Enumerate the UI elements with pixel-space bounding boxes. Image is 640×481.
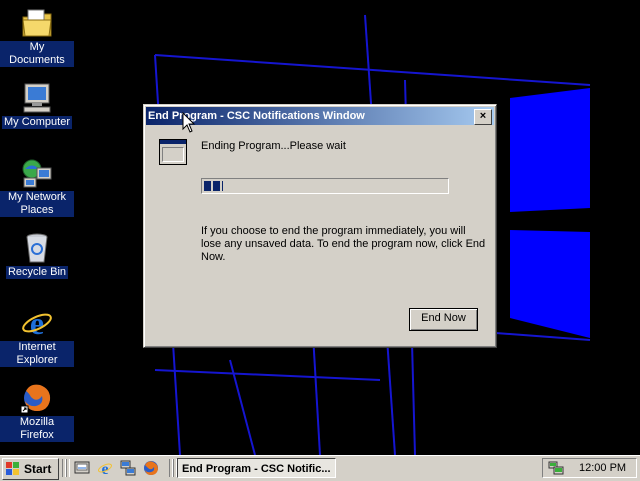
dialog-titlebar[interactable]: End Program - CSC Notifications Window × xyxy=(146,107,494,125)
system-tray: 12:00 PM xyxy=(542,458,637,478)
taskbar-separator xyxy=(66,459,70,477)
end-now-button[interactable]: End Now xyxy=(409,308,478,331)
desktop-icon-my-network-places[interactable]: My Network Places xyxy=(0,152,74,217)
program-window-icon xyxy=(159,139,187,165)
taskbar: Start e End Program - CSC Notific... 12:… xyxy=(0,455,640,481)
desktop-icon-internet-explorer[interactable]: e Internet Explorer xyxy=(0,302,74,367)
status-text: Ending Program...Please wait xyxy=(201,140,346,152)
firefox-icon xyxy=(20,384,51,414)
desktop-icon-recycle-bin[interactable]: Recycle Bin xyxy=(0,227,74,279)
desktop-icon-label: My Computer xyxy=(1,116,73,129)
progress-bar xyxy=(201,178,449,194)
windows-flag-icon xyxy=(6,462,19,475)
show-desktop-icon[interactable] xyxy=(74,460,90,476)
internet-explorer-icon[interactable]: e xyxy=(97,460,113,476)
desktop-icon-label: Recycle Bin xyxy=(5,266,69,279)
folder-documents-icon xyxy=(22,9,52,37)
network-icon[interactable] xyxy=(120,460,136,476)
desktop-icon-label: Mozilla Firefox xyxy=(0,416,74,442)
network-tray-icon[interactable] xyxy=(548,461,564,475)
svg-text:e: e xyxy=(30,306,44,340)
desktop-icon-my-computer[interactable]: My Computer xyxy=(0,77,74,129)
start-label: Start xyxy=(24,462,52,476)
dialog-title: End Program - CSC Notifications Window xyxy=(148,110,365,122)
firefox-icon[interactable] xyxy=(143,460,159,476)
desktop-icon-mozilla-firefox[interactable]: Mozilla Firefox xyxy=(0,377,74,442)
warning-message: If you choose to end the program immedia… xyxy=(201,225,486,263)
computer-icon xyxy=(23,83,51,113)
taskbar-button-end-program[interactable]: End Program - CSC Notific... xyxy=(177,458,336,478)
progress-bar-fill xyxy=(204,181,223,191)
desktop-icon-my-documents[interactable]: My Documents xyxy=(0,2,74,67)
end-program-dialog: End Program - CSC Notifications Window ×… xyxy=(143,104,497,348)
desktop-icon-label: Internet Explorer xyxy=(0,341,74,367)
desktop-icon-label: My Documents xyxy=(0,41,74,67)
recycle-bin-icon xyxy=(26,233,48,263)
start-button[interactable]: Start xyxy=(2,458,59,480)
desktop-icon-label: My Network Places xyxy=(0,191,74,217)
svg-text:e: e xyxy=(101,461,108,476)
mouse-cursor-icon xyxy=(182,112,196,133)
clock[interactable]: 12:00 PM xyxy=(579,462,626,474)
internet-explorer-icon: e xyxy=(22,306,52,340)
close-button[interactable]: × xyxy=(474,109,492,125)
network-places-icon xyxy=(22,159,52,188)
